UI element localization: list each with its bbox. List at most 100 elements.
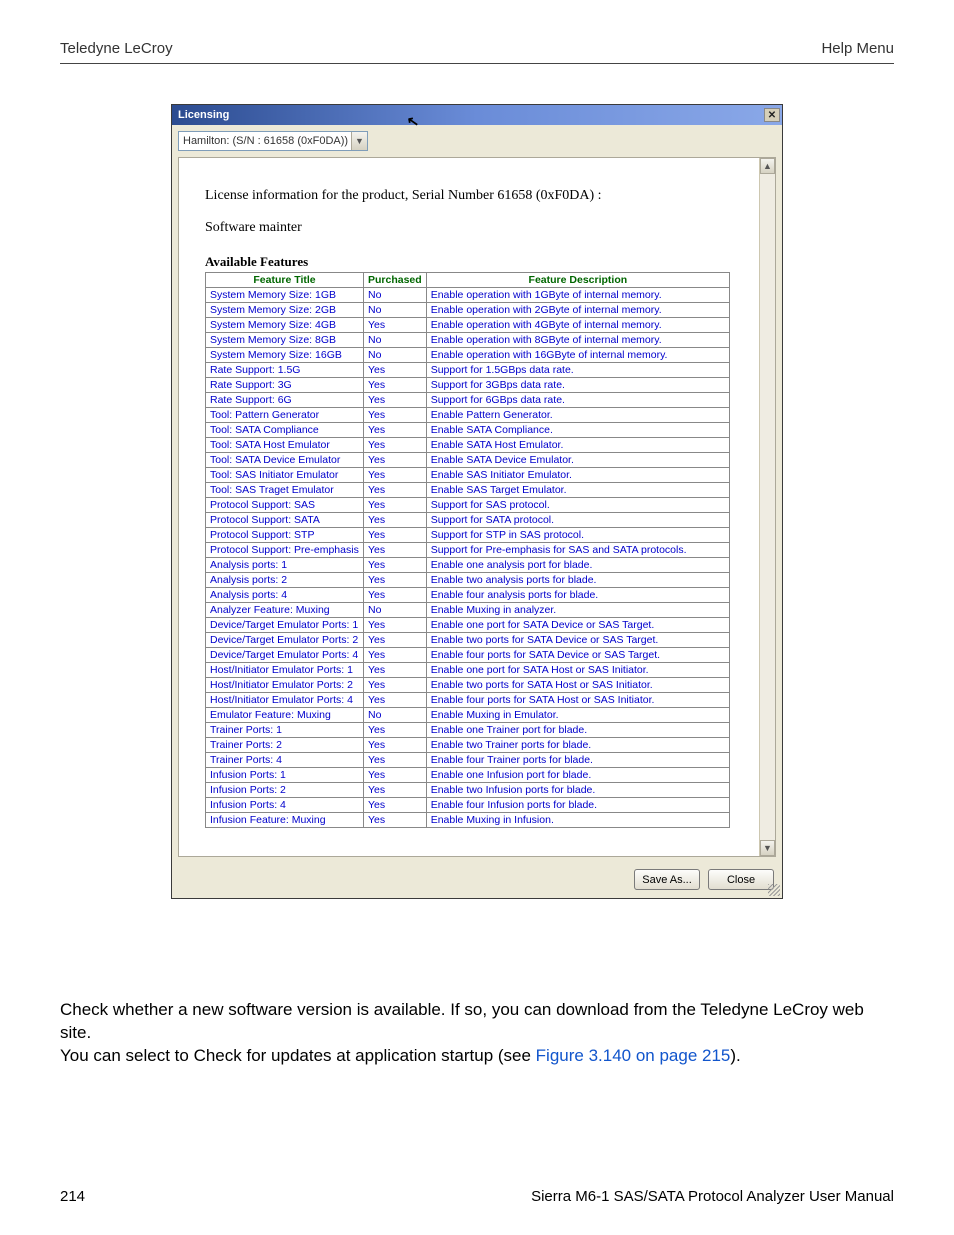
table-row: Device/Target Emulator Ports: 1YesEnable… (206, 618, 730, 633)
scroll-up-icon[interactable]: ▲ (760, 158, 775, 174)
table-row: Trainer Ports: 2YesEnable two Trainer po… (206, 738, 730, 753)
table-row: Trainer Ports: 4YesEnable four Trainer p… (206, 753, 730, 768)
table-row: Analysis ports: 1YesEnable one analysis … (206, 558, 730, 573)
purchased-cell: No (364, 303, 427, 318)
table-row: Infusion Ports: 4YesEnable four Infusion… (206, 798, 730, 813)
col-feature-title: Feature Title (206, 273, 364, 288)
feature-title-cell: Host/Initiator Emulator Ports: 4 (206, 693, 364, 708)
feature-title-cell: Device/Target Emulator Ports: 4 (206, 648, 364, 663)
description-cell: Enable four ports for SATA Host or SAS I… (426, 693, 729, 708)
purchased-cell: Yes (364, 318, 427, 333)
table-row: Analysis ports: 2YesEnable two analysis … (206, 573, 730, 588)
description-cell: Enable Pattern Generator. (426, 408, 729, 423)
device-selector-value: Hamilton: (S/N : 61658 (0xF0DA)) (183, 135, 348, 147)
body-p2-b: ). (730, 1046, 740, 1065)
table-row: Device/Target Emulator Ports: 4YesEnable… (206, 648, 730, 663)
save-as-button[interactable]: Save As... (634, 869, 700, 890)
feature-title-cell: System Memory Size: 8GB (206, 333, 364, 348)
table-row: Host/Initiator Emulator Ports: 2YesEnabl… (206, 678, 730, 693)
purchased-cell: Yes (364, 663, 427, 678)
description-cell: Enable one analysis port for blade. (426, 558, 729, 573)
description-cell: Enable one Infusion port for blade. (426, 768, 729, 783)
close-button[interactable]: Close (708, 869, 774, 890)
table-row: Protocol Support: SASYesSupport for SAS … (206, 498, 730, 513)
purchased-cell: No (364, 708, 427, 723)
feature-title-cell: Protocol Support: STP (206, 528, 364, 543)
description-cell: Support for SATA protocol. (426, 513, 729, 528)
description-cell: Enable four analysis ports for blade. (426, 588, 729, 603)
purchased-cell: Yes (364, 453, 427, 468)
table-row: Emulator Feature: MuxingNoEnable Muxing … (206, 708, 730, 723)
purchased-cell: Yes (364, 423, 427, 438)
table-row: Rate Support: 3GYesSupport for 3GBps dat… (206, 378, 730, 393)
feature-title-cell: Trainer Ports: 1 (206, 723, 364, 738)
feature-title-cell: System Memory Size: 2GB (206, 303, 364, 318)
purchased-cell: No (364, 348, 427, 363)
description-cell: Enable SATA Device Emulator. (426, 453, 729, 468)
table-row: Host/Initiator Emulator Ports: 4YesEnabl… (206, 693, 730, 708)
feature-title-cell: Infusion Feature: Muxing (206, 813, 364, 828)
description-cell: Enable Muxing in Emulator. (426, 708, 729, 723)
device-selector[interactable]: Hamilton: (S/N : 61658 (0xF0DA)) ▼ (178, 131, 368, 151)
description-cell: Enable two analysis ports for blade. (426, 573, 729, 588)
description-cell: Enable four ports for SATA Device or SAS… (426, 648, 729, 663)
feature-title-cell: Analyzer Feature: Muxing (206, 603, 364, 618)
table-row: System Memory Size: 8GBNoEnable operatio… (206, 333, 730, 348)
description-cell: Enable four Trainer ports for blade. (426, 753, 729, 768)
table-row: Tool: SAS Initiator EmulatorYesEnable SA… (206, 468, 730, 483)
feature-title-cell: Device/Target Emulator Ports: 1 (206, 618, 364, 633)
description-cell: Enable four Infusion ports for blade. (426, 798, 729, 813)
device-selector-row: Hamilton: (S/N : 61658 (0xF0DA)) ▼ (172, 125, 782, 157)
description-cell: Enable SAS Initiator Emulator. (426, 468, 729, 483)
purchased-cell: Yes (364, 393, 427, 408)
description-cell: Support for SAS protocol. (426, 498, 729, 513)
purchased-cell: Yes (364, 753, 427, 768)
purchased-cell: Yes (364, 558, 427, 573)
feature-title-cell: Analysis ports: 4 (206, 588, 364, 603)
description-cell: Support for 6GBps data rate. (426, 393, 729, 408)
feature-title-cell: Protocol Support: Pre-emphasis (206, 543, 364, 558)
content-area: License information for the product, Ser… (178, 157, 776, 857)
feature-title-cell: Tool: SATA Host Emulator (206, 438, 364, 453)
table-row: Analyzer Feature: MuxingNoEnable Muxing … (206, 603, 730, 618)
manual-title: Sierra M6-1 SAS/SATA Protocol Analyzer U… (531, 1188, 894, 1205)
feature-title-cell: Host/Initiator Emulator Ports: 1 (206, 663, 364, 678)
description-cell: Enable operation with 4GByte of internal… (426, 318, 729, 333)
scroll-track[interactable] (760, 174, 775, 840)
scroll-down-icon[interactable]: ▼ (760, 840, 775, 856)
features-table: Feature Title Purchased Feature Descript… (205, 272, 730, 828)
feature-title-cell: Tool: SATA Device Emulator (206, 453, 364, 468)
resize-grip-icon[interactable] (768, 884, 780, 896)
header-right: Help Menu (821, 40, 894, 57)
purchased-cell: Yes (364, 378, 427, 393)
purchased-cell: No (364, 603, 427, 618)
description-cell: Enable two ports for SATA Device or SAS … (426, 633, 729, 648)
body-p2-a: You can select to Check for updates at a… (60, 1046, 536, 1065)
table-row: Tool: SATA Host EmulatorYesEnable SATA H… (206, 438, 730, 453)
dialog-close-button[interactable]: ✕ (764, 108, 780, 122)
description-cell: Support for 1.5GBps data rate. (426, 363, 729, 378)
close-icon: ✕ (768, 110, 776, 121)
table-row: System Memory Size: 4GBYesEnable operati… (206, 318, 730, 333)
figure-link[interactable]: Figure 3.140 on page 215 (536, 1046, 731, 1065)
body-text: Check whether a new software version is … (60, 999, 894, 1068)
table-row: Infusion Ports: 2YesEnable two Infusion … (206, 783, 730, 798)
description-cell: Enable operation with 1GByte of internal… (426, 288, 729, 303)
scrollbar[interactable]: ▲ ▼ (759, 158, 775, 856)
purchased-cell: Yes (364, 633, 427, 648)
dialog-title: Licensing (178, 109, 764, 121)
feature-title-cell: Tool: Pattern Generator (206, 408, 364, 423)
table-row: Tool: SATA ComplianceYesEnable SATA Comp… (206, 423, 730, 438)
header-left: Teledyne LeCroy (60, 40, 173, 57)
description-cell: Enable two Infusion ports for blade. (426, 783, 729, 798)
table-row: Protocol Support: SATAYesSupport for SAT… (206, 513, 730, 528)
titlebar: Licensing ↖ ✕ (172, 105, 782, 125)
feature-title-cell: Infusion Ports: 1 (206, 768, 364, 783)
purchased-cell: No (364, 288, 427, 303)
header-rule (60, 63, 894, 64)
description-cell: Enable operation with 16GByte of interna… (426, 348, 729, 363)
description-cell: Enable SATA Host Emulator. (426, 438, 729, 453)
purchased-cell: Yes (364, 798, 427, 813)
purchased-cell: Yes (364, 618, 427, 633)
description-cell: Support for Pre-emphasis for SAS and SAT… (426, 543, 729, 558)
